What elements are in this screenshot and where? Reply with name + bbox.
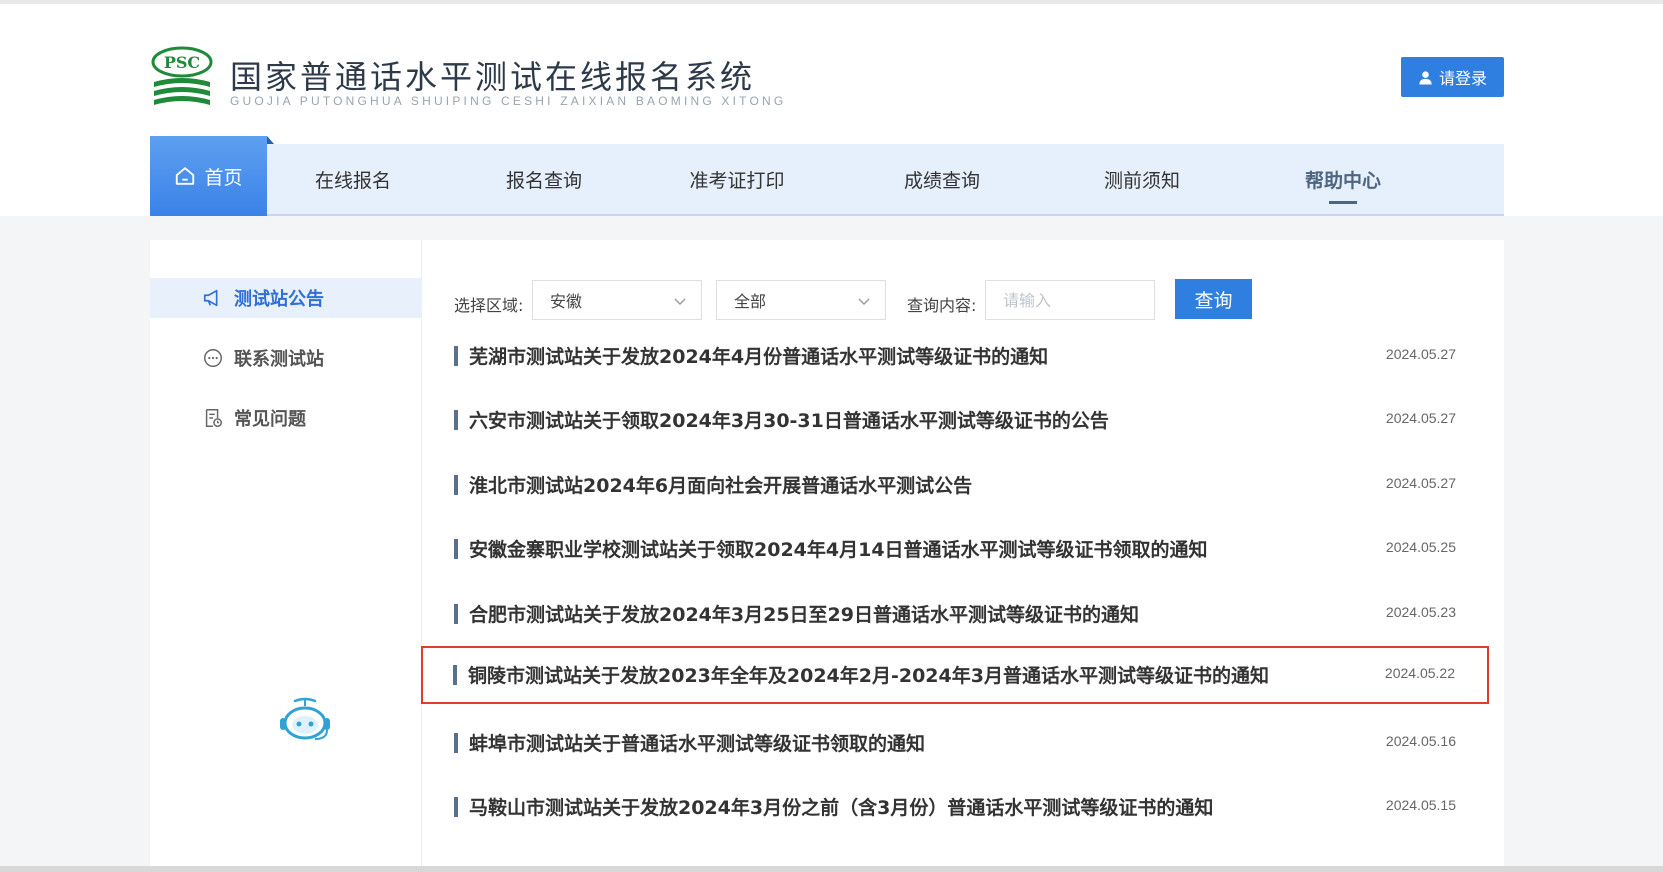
sidebar-item-contact-station[interactable]: 联系测试站 bbox=[150, 338, 422, 378]
news-date: 2024.05.22 bbox=[1384, 665, 1455, 681]
list-item-highlighted[interactable]: 铜陵市测试站关于发放2023年全年及2024年2月-2024年3月普通话水平测试… bbox=[421, 646, 1489, 704]
content-area: 选择区域: 安徽 全部 查询内容: 查询 芜湖市测试站关于发放2024年4月份普… bbox=[421, 240, 1504, 872]
site-subtitle: GUOJIA PUTONGHUA SHUIPING CESHI ZAIXIAN … bbox=[230, 94, 787, 108]
list-item[interactable]: 六安市测试站关于领取2024年3月30-31日普通话水平测试等级证书的公告 20… bbox=[422, 388, 1504, 452]
document-icon bbox=[205, 409, 222, 427]
news-date: 2024.05.27 bbox=[1385, 410, 1456, 426]
nav-online-registration[interactable]: 在线报名 bbox=[278, 144, 428, 214]
query-label: 查询内容: bbox=[907, 296, 977, 315]
news-date: 2024.05.27 bbox=[1385, 346, 1456, 362]
list-bullet bbox=[454, 797, 458, 817]
category-select-value: 全部 bbox=[734, 292, 767, 311]
news-date: 2024.05.27 bbox=[1385, 475, 1456, 491]
login-button[interactable]: 请登录 bbox=[1401, 57, 1504, 97]
list-item[interactable]: 芜湖市测试站关于发放2024年4月份普通话水平测试等级证书的通知 2024.05… bbox=[422, 324, 1504, 388]
main-panel: 测试站公告 联系测试站 常见问题 选择区域: 安徽 全部 查询内容: 请输入 查… bbox=[150, 240, 1504, 872]
nav-home[interactable]: 首页 bbox=[150, 136, 274, 216]
list-bullet bbox=[453, 665, 457, 685]
news-date: 2024.05.25 bbox=[1385, 539, 1456, 555]
list-item[interactable]: 马鞍山市测试站关于发放2024年3月份之前（含3月份）普通话水平测试等级证书的通… bbox=[422, 775, 1504, 839]
nav-pre-test-notice[interactable]: 测前须知 bbox=[1067, 144, 1217, 214]
query-input[interactable] bbox=[985, 280, 1155, 320]
sidebar-item-faq[interactable]: 常见问题 bbox=[150, 398, 422, 438]
news-title: 合肥市测试站关于发放2024年3月25日至29日普通话水平测试等级证书的通知 bbox=[469, 604, 1139, 626]
list-bullet bbox=[454, 604, 458, 624]
list-bullet bbox=[454, 410, 458, 430]
sidebar-item-label: 常见问题 bbox=[234, 409, 306, 430]
site-logo[interactable]: PSC 国家普通话水平测试在线报名系统 GUOJIA PUTONGHUA SHU… bbox=[150, 46, 783, 112]
sidebar-item-station-announcements[interactable]: 测试站公告 bbox=[150, 278, 422, 318]
news-title: 马鞍山市测试站关于发放2024年3月份之前（含3月份）普通话水平测试等级证书的通… bbox=[469, 797, 1214, 819]
svg-text:PSC: PSC bbox=[164, 53, 200, 72]
news-title: 芜湖市测试站关于发放2024年4月份普通话水平测试等级证书的通知 bbox=[469, 346, 1049, 368]
sidebar-item-label: 联系测试站 bbox=[234, 349, 324, 370]
region-label: 选择区域: bbox=[454, 296, 524, 315]
news-date: 2024.05.16 bbox=[1385, 733, 1456, 749]
list-item[interactable]: 蚌埠市测试站关于普通话水平测试等级证书领取的通知 2024.05.16 bbox=[422, 711, 1504, 775]
list-bullet bbox=[454, 733, 458, 753]
user-icon bbox=[1419, 70, 1432, 85]
home-icon bbox=[176, 167, 195, 185]
search-button[interactable]: 查询 bbox=[1175, 279, 1252, 319]
chevron-down-icon bbox=[858, 298, 870, 305]
region-select-value: 安徽 bbox=[550, 292, 583, 311]
category-select[interactable]: 全部 bbox=[716, 280, 886, 320]
list-item[interactable]: 安徽金寨职业学校测试站关于领取2024年4月14日普通话水平测试等级证书领取的通… bbox=[422, 517, 1504, 581]
login-label: 请登录 bbox=[1438, 69, 1487, 88]
list-item[interactable]: 淮北市测试站2024年6月面向社会开展普通话水平测试公告 2024.05.27 bbox=[422, 453, 1504, 517]
region-select[interactable]: 安徽 bbox=[532, 280, 702, 320]
bottom-divider bbox=[0, 866, 1663, 872]
nav-admission-ticket-print[interactable]: 准考证打印 bbox=[662, 144, 812, 214]
news-date: 2024.05.23 bbox=[1385, 604, 1456, 620]
megaphone-icon bbox=[203, 289, 218, 307]
nav-registration-query[interactable]: 报名查询 bbox=[469, 144, 619, 214]
robot-assistant-icon[interactable] bbox=[275, 695, 335, 745]
main-nav: 首页 在线报名 报名查询 准考证打印 成绩查询 测前须知 帮助中心 bbox=[150, 136, 1504, 216]
list-bullet bbox=[454, 539, 458, 559]
news-title: 淮北市测试站2024年6月面向社会开展普通话水平测试公告 bbox=[469, 475, 973, 497]
psc-logo-icon: PSC bbox=[151, 46, 213, 105]
news-title: 六安市测试站关于领取2024年3月30-31日普通话水平测试等级证书的公告 bbox=[469, 410, 1109, 432]
news-title: 铜陵市测试站关于发放2023年全年及2024年2月-2024年3月普通话水平测试… bbox=[468, 665, 1269, 687]
chat-icon bbox=[204, 349, 222, 367]
list-item[interactable]: 合肥市测试站关于发放2024年3月25日至29日普通话水平测试等级证书的通知 2… bbox=[422, 582, 1504, 646]
nav-help-center[interactable]: 帮助中心 bbox=[1268, 144, 1418, 214]
news-date: 2024.05.15 bbox=[1385, 797, 1456, 813]
chevron-down-icon bbox=[674, 298, 686, 305]
nav-home-label: 首页 bbox=[204, 166, 243, 189]
sidebar: 测试站公告 联系测试站 常见问题 bbox=[150, 240, 422, 872]
nav-help-label: 帮助中心 bbox=[1304, 169, 1381, 192]
nav-score-query[interactable]: 成绩查询 bbox=[867, 144, 1017, 214]
site-title: 国家普通话水平测试在线报名系统 bbox=[230, 58, 756, 96]
news-title: 安徽金寨职业学校测试站关于领取2024年4月14日普通话水平测试等级证书领取的通… bbox=[469, 539, 1208, 561]
active-tab-indicator bbox=[1329, 201, 1357, 204]
news-title: 蚌埠市测试站关于普通话水平测试等级证书领取的通知 bbox=[469, 733, 926, 755]
list-bullet bbox=[454, 346, 458, 366]
list-bullet bbox=[454, 475, 458, 495]
sidebar-item-label: 测试站公告 bbox=[234, 289, 324, 310]
